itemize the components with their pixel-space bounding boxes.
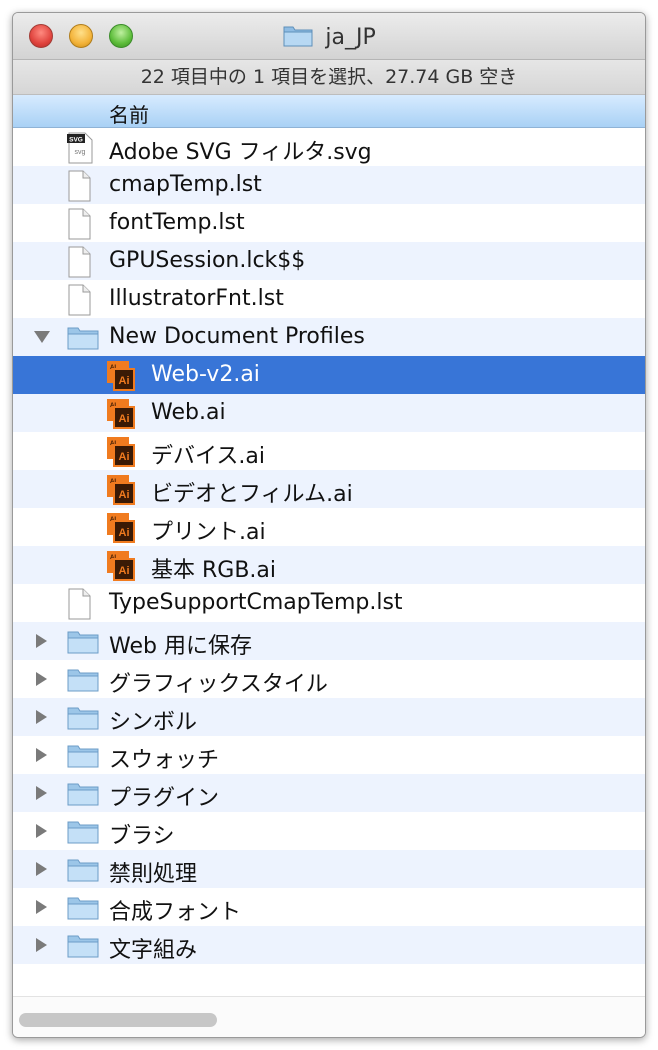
document-icon bbox=[66, 208, 92, 244]
file-row[interactable]: cmapTemp.lst bbox=[13, 166, 645, 204]
column-header-label: 名前 bbox=[109, 103, 149, 127]
item-name-label: スウォッチ bbox=[109, 748, 220, 773]
item-name-label: グラフィックスタイル bbox=[109, 672, 328, 697]
svg-text:Ai: Ai bbox=[119, 375, 130, 387]
document-icon bbox=[66, 170, 92, 206]
item-name-label: IllustratorFnt.lst bbox=[109, 286, 284, 311]
file-row[interactable]: IllustratorFnt.lst bbox=[13, 280, 645, 318]
folder-icon bbox=[66, 626, 100, 660]
file-row[interactable]: AIAi 基本 RGB.ai bbox=[13, 546, 645, 584]
window-title: ja_JP bbox=[13, 22, 645, 52]
folder-icon bbox=[66, 702, 100, 736]
svg-text:Ai: Ai bbox=[119, 489, 130, 501]
item-name-label: TypeSupportCmapTemp.lst bbox=[109, 590, 403, 615]
illustrator-file-icon: AIAi bbox=[106, 360, 136, 396]
folder-icon bbox=[282, 22, 314, 52]
folder-row[interactable]: プラグイン bbox=[13, 774, 645, 812]
file-row[interactable]: AIAi Web.ai bbox=[13, 394, 645, 432]
scrollbar-thumb[interactable] bbox=[19, 1013, 217, 1027]
item-name-label: Web-v2.ai bbox=[151, 362, 260, 387]
item-name-label: cmapTemp.lst bbox=[109, 172, 262, 197]
folder-row[interactable]: スウォッチ bbox=[13, 736, 645, 774]
folder-icon bbox=[66, 892, 100, 926]
svg-text:Ai: Ai bbox=[119, 565, 130, 577]
folder-row[interactable]: グラフィックスタイル bbox=[13, 660, 645, 698]
folder-row[interactable]: New Document Profiles bbox=[13, 318, 645, 356]
svg-text:Ai: Ai bbox=[119, 451, 130, 463]
illustrator-file-icon: AIAi bbox=[106, 436, 136, 472]
folder-icon bbox=[66, 854, 100, 888]
file-row[interactable]: GPUSession.lck$$ bbox=[13, 242, 645, 280]
illustrator-file-icon: AIAi bbox=[106, 398, 136, 434]
file-row[interactable]: AIAi ビデオとフィルム.ai bbox=[13, 470, 645, 508]
folder-row[interactable]: 合成フォント bbox=[13, 888, 645, 926]
illustrator-file-icon: AIAi bbox=[106, 550, 136, 586]
illustrator-file-icon: AIAi bbox=[106, 512, 136, 548]
file-row[interactable]: TypeSupportCmapTemp.lst bbox=[13, 584, 645, 622]
disclosure-triangle-right-icon[interactable] bbox=[33, 671, 49, 687]
file-row[interactable]: SVG svg Adobe SVG フィルタ.svg bbox=[13, 128, 645, 166]
svg-text:svg: svg bbox=[75, 149, 86, 156]
folder-icon bbox=[66, 930, 100, 964]
disclosure-triangle-right-icon[interactable] bbox=[33, 747, 49, 763]
item-name-label: Web 用に保存 bbox=[109, 634, 252, 659]
document-icon bbox=[66, 284, 92, 320]
status-bar: 22 項目中の 1 項目を選択、27.74 GB 空き bbox=[13, 60, 645, 95]
folder-row[interactable]: Web 用に保存 bbox=[13, 622, 645, 660]
item-name-label: プリント.ai bbox=[151, 520, 266, 545]
file-row[interactable]: AIAi デバイス.ai bbox=[13, 432, 645, 470]
disclosure-triangle-right-icon[interactable] bbox=[33, 785, 49, 801]
item-name-label: fontTemp.lst bbox=[109, 210, 245, 235]
item-name-label: Web.ai bbox=[151, 400, 226, 425]
item-name-label: 合成フォント bbox=[109, 900, 242, 925]
folder-icon bbox=[66, 740, 100, 774]
horizontal-scrollbar[interactable] bbox=[13, 996, 645, 1037]
file-list: SVG svg Adobe SVG フィルタ.svg cmapTemp.lst font… bbox=[13, 128, 645, 964]
item-name-label: Adobe SVG フィルタ.svg bbox=[109, 140, 372, 165]
disclosure-triangle-right-icon[interactable] bbox=[33, 633, 49, 649]
item-name-label: プラグイン bbox=[109, 786, 220, 811]
folder-icon bbox=[66, 322, 100, 356]
item-name-label: シンボル bbox=[109, 710, 198, 735]
item-name-label: 文字組み bbox=[109, 938, 198, 963]
disclosure-triangle-down-icon[interactable] bbox=[33, 329, 50, 345]
title-bar[interactable]: ja_JP bbox=[13, 13, 645, 60]
svg-text:Ai: Ai bbox=[119, 527, 130, 539]
disclosure-triangle-right-icon[interactable] bbox=[33, 709, 49, 725]
folder-row[interactable]: 禁則処理 bbox=[13, 850, 645, 888]
file-row[interactable]: AIAi Web-v2.ai bbox=[13, 356, 645, 394]
folder-row[interactable]: ブラシ bbox=[13, 812, 645, 850]
item-name-label: 禁則処理 bbox=[109, 862, 198, 887]
window-title-text: ja_JP bbox=[325, 24, 376, 50]
document-icon bbox=[66, 588, 92, 624]
item-name-label: 基本 RGB.ai bbox=[151, 558, 277, 583]
disclosure-triangle-right-icon[interactable] bbox=[33, 861, 49, 877]
folder-icon bbox=[66, 778, 100, 812]
folder-icon bbox=[66, 664, 100, 698]
item-name-label: ブラシ bbox=[109, 824, 175, 849]
item-name-label: デバイス.ai bbox=[151, 444, 265, 469]
disclosure-triangle-right-icon[interactable] bbox=[33, 823, 49, 839]
disclosure-triangle-right-icon[interactable] bbox=[33, 937, 49, 953]
document-icon bbox=[66, 246, 92, 282]
item-name-label: ビデオとフィルム.ai bbox=[151, 482, 353, 507]
disclosure-triangle-right-icon[interactable] bbox=[33, 899, 49, 915]
folder-row[interactable]: シンボル bbox=[13, 698, 645, 736]
illustrator-file-icon: AIAi bbox=[106, 474, 136, 510]
svg-file-icon: SVG svg bbox=[66, 132, 94, 168]
folder-row[interactable]: 文字組み bbox=[13, 926, 645, 964]
file-row[interactable]: fontTemp.lst bbox=[13, 204, 645, 242]
svg-text:Ai: Ai bbox=[119, 413, 130, 425]
item-name-label: GPUSession.lck$$ bbox=[109, 248, 306, 273]
file-row[interactable]: AIAi プリント.ai bbox=[13, 508, 645, 546]
finder-window: ja_JP 22 項目中の 1 項目を選択、27.74 GB 空き 名前 SVG… bbox=[12, 12, 646, 1038]
folder-icon bbox=[66, 816, 100, 850]
column-header-name[interactable]: 名前 bbox=[13, 95, 645, 128]
item-name-label: New Document Profiles bbox=[109, 324, 365, 349]
svg-text:SVG: SVG bbox=[69, 137, 83, 144]
